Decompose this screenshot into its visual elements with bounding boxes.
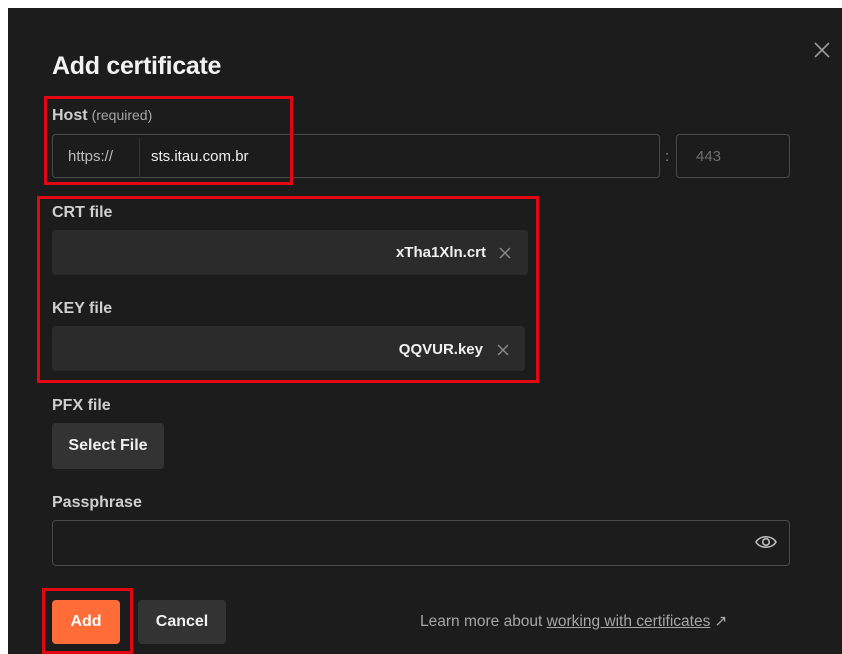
dialog-title: Add certificate <box>52 52 222 80</box>
port-placeholder: 443 <box>696 148 722 165</box>
learn-more-prefix: Learn more about <box>420 613 543 630</box>
learn-more-text: Learn more about working with certificat… <box>420 612 727 631</box>
external-link-icon: ↗ <box>714 613 728 630</box>
files-highlight-box <box>37 196 539 383</box>
working-with-certificates-link[interactable]: working with certificates <box>547 613 711 630</box>
add-highlight-box <box>42 588 133 654</box>
host-highlight-box <box>44 96 293 185</box>
pfx-file-label: PFX file <box>52 397 111 414</box>
eye-icon[interactable] <box>754 532 778 552</box>
passphrase-label: Passphrase <box>52 494 142 511</box>
port-separator: : <box>665 148 670 165</box>
port-input[interactable] <box>676 134 790 178</box>
cancel-button[interactable]: Cancel <box>138 600 226 644</box>
close-icon[interactable] <box>812 40 832 60</box>
select-file-button[interactable]: Select File <box>52 423 164 469</box>
passphrase-input[interactable] <box>52 520 790 566</box>
